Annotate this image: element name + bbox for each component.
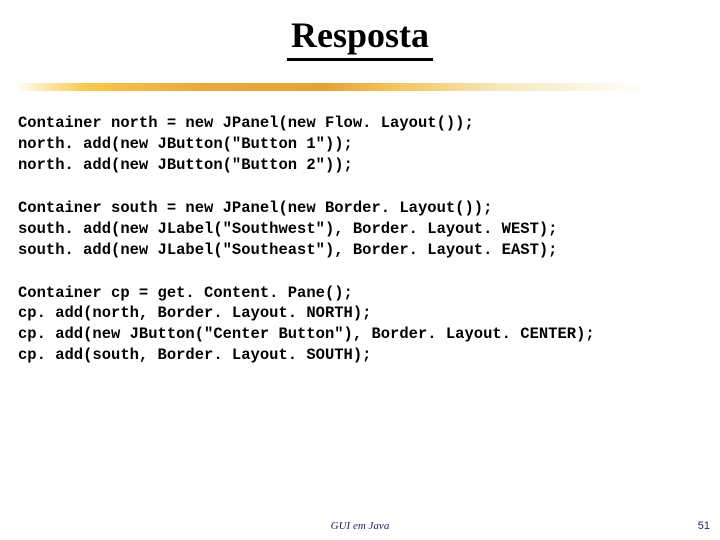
decorative-rule [0,83,720,91]
code-line: south. add(new JLabel("Southwest"), Bord… [18,219,702,240]
code-line: cp. add(new JButton("Center Button"), Bo… [18,324,702,345]
title-wrap: Resposta [0,0,720,61]
slide-title: Resposta [287,14,433,61]
footer-text: GUI em Java [0,520,720,532]
code-block-3: Container cp = get. Content. Pane(); cp.… [18,283,702,367]
page-number: 51 [698,520,710,532]
code-line: cp. add(north, Border. Layout. NORTH); [18,303,702,324]
code-block-2: Container south = new JPanel(new Border.… [18,198,702,261]
code-line: Container cp = get. Content. Pane(); [18,283,702,304]
code-block-1: Container north = new JPanel(new Flow. L… [18,113,702,176]
code-line: cp. add(south, Border. Layout. SOUTH); [18,345,702,366]
content-area: Container north = new JPanel(new Flow. L… [0,101,720,366]
footer: GUI em Java 51 [0,520,720,532]
code-line: north. add(new JButton("Button 1")); [18,134,702,155]
code-line: south. add(new JLabel("Southeast"), Bord… [18,240,702,261]
code-line: Container north = new JPanel(new Flow. L… [18,113,702,134]
code-line: north. add(new JButton("Button 2")); [18,155,702,176]
code-line: Container south = new JPanel(new Border.… [18,198,702,219]
